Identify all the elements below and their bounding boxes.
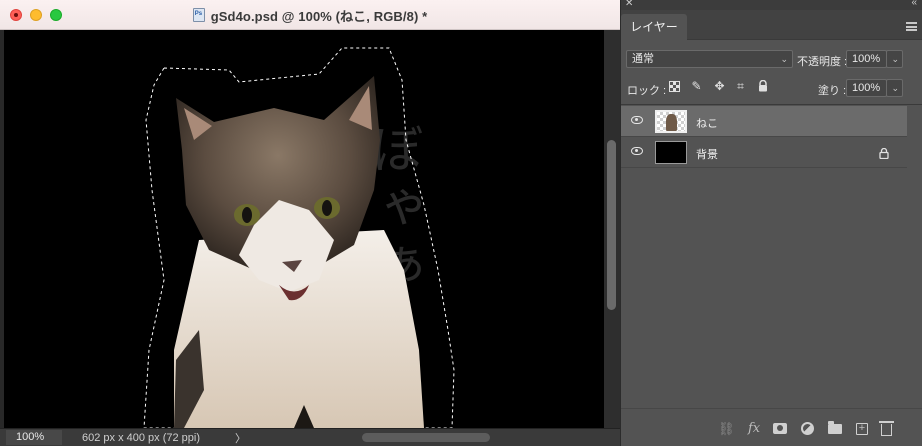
adjustment-layer-icon[interactable] (801, 422, 814, 435)
layer-thumbnail (655, 141, 687, 164)
layers-list: ねこ 背景 (621, 104, 922, 408)
canvas-image: ぼゃぁ (143, 47, 455, 428)
document-info: 602 px x 400 px (72 ppi) (82, 432, 201, 444)
layer-lock-icon (879, 146, 889, 160)
fill-input[interactable]: 100% (846, 79, 887, 97)
status-menu-arrow-icon[interactable]: 〉 (235, 430, 246, 446)
fx-icon[interactable]: fx (748, 422, 760, 436)
horizontal-scroll-thumb[interactable] (362, 433, 490, 442)
layer-name[interactable]: ねこ (696, 115, 718, 131)
new-group-folder-icon[interactable] (828, 421, 842, 434)
document-window: gSd4o.psd @ 100% (ねこ, RGB/8) * ぼゃぁ (0, 0, 620, 446)
vertical-scroll-thumb[interactable] (607, 140, 616, 310)
fill-slider-button[interactable]: ⌄ (886, 79, 903, 97)
link-layers-icon[interactable]: ⛓ (718, 422, 735, 436)
blend-mode-value: 通常 (632, 53, 654, 65)
psd-file-icon (192, 8, 205, 22)
lock-transparent-pixels-icon[interactable] (669, 81, 680, 92)
panel-tab-bar: レイヤー (621, 10, 922, 40)
lock-image-pixels-brush-icon[interactable]: ✎ (690, 80, 703, 93)
chevron-down-icon: ⌄ (780, 54, 788, 64)
document-title: gSd4o.psd @ 100% (ねこ, RGB/8) * (210, 8, 428, 24)
chevron-down-icon: ⌄ (891, 54, 899, 64)
panel-top-bar: ✕ « (621, 0, 922, 10)
delete-layer-trash-icon[interactable] (879, 421, 894, 436)
lock-position-move-icon[interactable]: ✥ (713, 80, 726, 93)
layer-thumbnail (655, 110, 687, 133)
lock-label: ロック : (627, 85, 667, 97)
panel-menu-icon[interactable] (906, 22, 917, 31)
fill-label: 塗り : (818, 85, 847, 97)
title-bar[interactable]: gSd4o.psd @ 100% (ねこ, RGB/8) * (0, 0, 620, 30)
tab-layers[interactable]: レイヤー (621, 14, 687, 40)
blend-mode-select[interactable]: 通常 ⌄ (626, 50, 793, 68)
new-layer-icon[interactable]: + (856, 423, 868, 435)
lock-artboard-icon[interactable]: ⌗ (734, 80, 747, 93)
panel-close-icon[interactable]: ✕ (625, 0, 633, 9)
opacity-slider-button[interactable]: ⌄ (886, 50, 903, 68)
layer-name[interactable]: 背景 (696, 146, 718, 162)
chevron-down-icon: ⌄ (891, 83, 899, 93)
layer-row-background[interactable]: 背景 (621, 137, 907, 168)
status-bar: 100% 602 px x 400 px (72 ppi) 〉 (0, 428, 620, 446)
add-mask-icon[interactable] (773, 423, 787, 434)
title-wrap: gSd4o.psd @ 100% (ねこ, RGB/8) * (0, 0, 620, 30)
visibility-eye-icon[interactable] (631, 147, 643, 155)
layer-row-neko[interactable]: ねこ (621, 106, 907, 137)
panel-collapse-icon[interactable]: « (911, 0, 917, 8)
visibility-eye-icon[interactable] (631, 116, 643, 124)
lock-all-icon[interactable] (756, 79, 769, 93)
opacity-input[interactable]: 100% (846, 50, 887, 68)
layers-panel: ✕ « レイヤー 通常 ⌄ 不透明度 : 100% ⌄ ロック : ✎ ✥ ⌗ … (620, 0, 922, 446)
zoom-level-field[interactable]: 100% (6, 430, 62, 445)
panel-bottom-toolbar: ⛓ fx + (621, 408, 922, 446)
canvas[interactable]: ぼゃぁ (4, 30, 604, 428)
opacity-label: 不透明度 : (797, 56, 848, 68)
